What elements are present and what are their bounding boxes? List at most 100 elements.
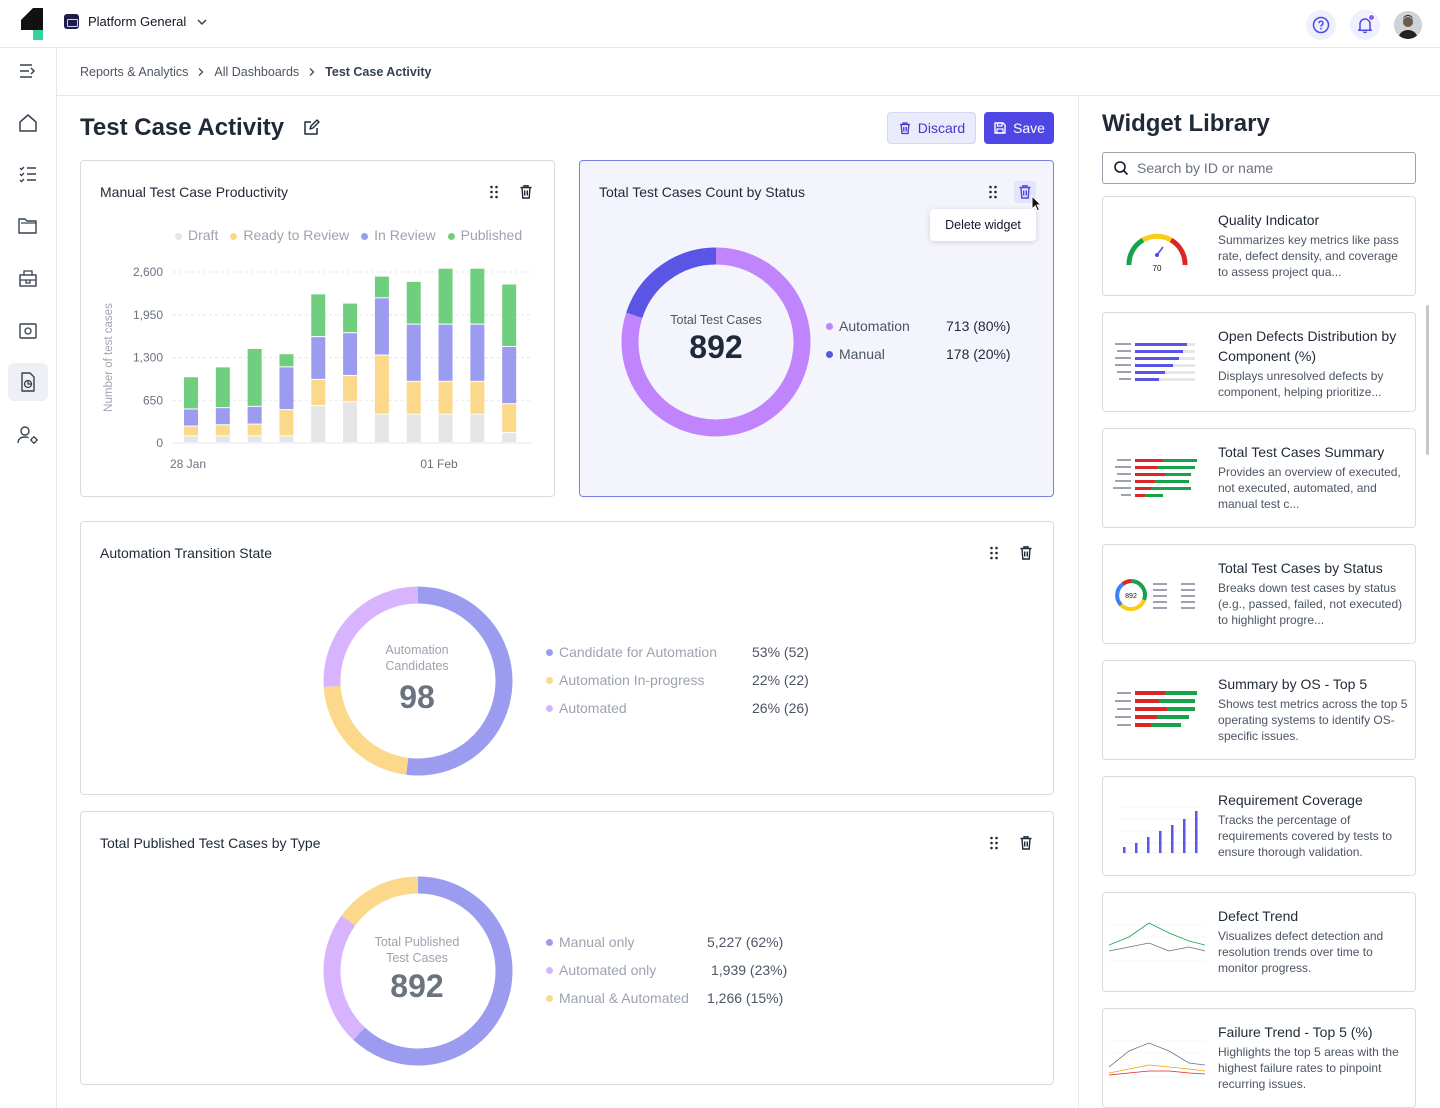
sidebar-item-builds[interactable] bbox=[8, 259, 48, 297]
search-input[interactable] bbox=[1137, 160, 1397, 176]
legend-manual-value: 178 (20%) bbox=[946, 346, 1011, 362]
home-icon bbox=[19, 114, 37, 132]
legend-in-review[interactable]: In Review bbox=[361, 227, 436, 243]
widget-published-by-type[interactable]: Total Published Test Cases by Type Total… bbox=[80, 811, 1054, 1085]
save-button[interactable]: Save bbox=[984, 112, 1054, 144]
notifications-button[interactable] bbox=[1350, 10, 1380, 40]
bar-segment-published bbox=[438, 268, 453, 324]
legend-manual-only[interactable]: Manual only bbox=[546, 934, 635, 950]
top-bar: Platform General bbox=[0, 0, 1440, 48]
bar-segment-published bbox=[279, 354, 294, 367]
y-tick-label: 2,600 bbox=[133, 265, 163, 279]
bar-segment-draft bbox=[374, 414, 389, 442]
delete-widget-button[interactable] bbox=[517, 183, 535, 201]
bar-segment-ready-to-review bbox=[311, 379, 326, 406]
expand-menu-icon bbox=[20, 64, 36, 78]
bar-segment-in-review bbox=[311, 337, 326, 379]
library-item-summary-by-os[interactable]: Summary by OS - Top 5 Shows test metrics… bbox=[1102, 660, 1416, 760]
breadcrumb-current: Test Case Activity bbox=[325, 65, 432, 79]
library-item-defect-trend[interactable]: Defect Trend Visualizes defect detection… bbox=[1102, 892, 1416, 992]
library-item-desc: Summarizes key metrics like pass rate, d… bbox=[1218, 233, 1399, 279]
legend-draft[interactable]: Draft bbox=[175, 227, 218, 243]
chevron-down-icon bbox=[197, 18, 207, 25]
delete-widget-button[interactable] bbox=[1017, 834, 1035, 852]
mouse-cursor-icon bbox=[1031, 195, 1043, 212]
trash-icon bbox=[1020, 836, 1032, 850]
legend-inprogress[interactable]: Automation In-progress bbox=[546, 672, 705, 688]
drag-handle[interactable] bbox=[985, 834, 1003, 852]
sidebar-item-folders[interactable] bbox=[8, 207, 48, 245]
y-tick-label: 1,950 bbox=[133, 308, 163, 322]
bar-segment-ready-to-review bbox=[406, 381, 421, 414]
breadcrumb-item-dashboards[interactable]: All Dashboards bbox=[214, 65, 299, 79]
library-item-open-defects[interactable]: Open Defects Distribution by Component (… bbox=[1102, 312, 1416, 412]
bar-segment-draft bbox=[247, 436, 262, 442]
sidebar-item-home[interactable] bbox=[8, 104, 48, 142]
bar-segment-published bbox=[470, 268, 485, 324]
library-item-quality-indicator[interactable]: 70 Quality Indicator Summarizes key metr… bbox=[1102, 196, 1416, 296]
breadcrumb-item-reports[interactable]: Reports & Analytics bbox=[80, 65, 188, 79]
drag-dots-icon bbox=[989, 185, 997, 199]
library-item-failure-trend[interactable]: Failure Trend - Top 5 (%) Highlights the… bbox=[1102, 1008, 1416, 1108]
library-item-test-cases-by-status[interactable]: 892 Total Test Cases by Status Breaks do… bbox=[1102, 544, 1416, 644]
help-button[interactable] bbox=[1306, 10, 1336, 40]
chevron-right-icon bbox=[198, 68, 204, 76]
widget-title: Automation Transition State bbox=[100, 545, 272, 561]
bar-segment-in-review bbox=[438, 324, 453, 381]
widget-automation-transition[interactable]: Automation Transition State Automation C… bbox=[80, 521, 1054, 795]
bar-segment-in-review bbox=[184, 409, 198, 426]
hbar-thumbnail bbox=[1113, 459, 1197, 497]
drag-handle[interactable] bbox=[984, 183, 1002, 201]
library-item-desc: Displays unresolved defects by component… bbox=[1218, 369, 1384, 399]
legend-manual[interactable]: Manual bbox=[826, 346, 885, 362]
legend-candidate-value: 53% (52) bbox=[752, 644, 809, 660]
drag-handle[interactable] bbox=[985, 544, 1003, 562]
sidebar bbox=[0, 48, 57, 1108]
legend-published[interactable]: Published bbox=[447, 227, 522, 243]
widget-manual-productivity[interactable]: Manual Test Case Productivity Draft Read… bbox=[80, 160, 555, 497]
legend-automation[interactable]: Automation bbox=[826, 318, 910, 334]
legend-candidate[interactable]: Candidate for Automation bbox=[546, 644, 717, 660]
legend-manual-automated-value: 1,266 (15%) bbox=[707, 990, 784, 1006]
edit-title-icon[interactable] bbox=[302, 119, 320, 137]
hbar-thumbnail bbox=[1115, 691, 1197, 727]
legend-automated-only[interactable]: Automated only bbox=[546, 962, 656, 978]
delete-widget-button[interactable] bbox=[1017, 544, 1035, 562]
workspace-selector[interactable]: Platform General bbox=[64, 14, 209, 29]
donut-center-value: 892 bbox=[689, 329, 743, 365]
library-search bbox=[1102, 152, 1416, 184]
avatar-image bbox=[1394, 11, 1422, 39]
legend-manual-automated[interactable]: Manual & Automated bbox=[546, 990, 689, 1006]
sidebar-item-user-settings[interactable] bbox=[8, 416, 48, 454]
sidebar-item-test-cases[interactable] bbox=[8, 155, 48, 193]
help-icon bbox=[1312, 16, 1330, 34]
discard-button[interactable]: Discard bbox=[887, 112, 976, 144]
sidebar-item-settings-folder[interactable] bbox=[8, 311, 48, 349]
legend-automated-only-value: 1,939 (23%) bbox=[711, 962, 788, 978]
bar-thumbnail bbox=[1119, 806, 1201, 854]
library-item-test-cases-summary[interactable]: Total Test Cases Summary Provides an ove… bbox=[1102, 428, 1416, 528]
library-scrollbar[interactable] bbox=[1426, 305, 1429, 455]
bar-segment-draft bbox=[406, 414, 421, 442]
library-item-title: Quality Indicator bbox=[1218, 212, 1320, 228]
sidebar-expand[interactable] bbox=[8, 52, 48, 90]
bar-segment-in-review bbox=[374, 298, 389, 355]
folder-gear-icon bbox=[19, 323, 37, 339]
donut-thumbnail: 892 bbox=[1115, 579, 1195, 612]
drag-handle[interactable] bbox=[485, 183, 503, 201]
legend-ready[interactable]: Ready to Review bbox=[230, 227, 349, 243]
center-label-line1: Automation bbox=[385, 643, 449, 657]
library-item-title: Total Test Cases Summary bbox=[1218, 444, 1385, 460]
save-label: Save bbox=[1013, 120, 1045, 136]
library-item-requirement-coverage[interactable]: Requirement Coverage Tracks the percenta… bbox=[1102, 776, 1416, 876]
legend-manual-only-value: 5,227 (62%) bbox=[707, 934, 784, 950]
gauge-thumbnail: 70 bbox=[1126, 233, 1188, 273]
bar-segment-in-review bbox=[279, 367, 294, 410]
chevron-right-icon bbox=[309, 68, 315, 76]
legend-automated[interactable]: Automated bbox=[546, 700, 627, 716]
user-avatar[interactable] bbox=[1394, 11, 1422, 39]
app-logo[interactable] bbox=[21, 8, 45, 40]
sidebar-item-reports[interactable] bbox=[8, 363, 48, 401]
widget-title: Manual Test Case Productivity bbox=[100, 184, 289, 200]
library-item-desc: Shows test metrics across the top 5 oper… bbox=[1218, 697, 1408, 743]
